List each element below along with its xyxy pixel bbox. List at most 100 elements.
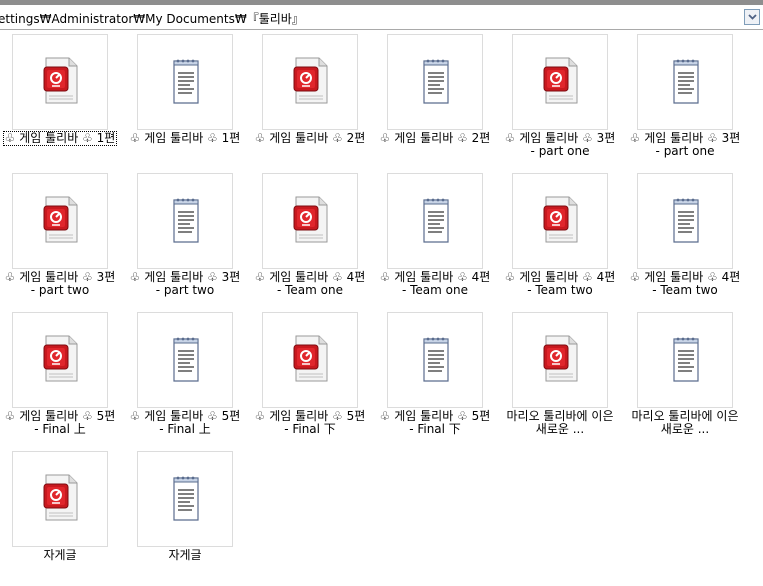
file-label-line1: ♧ 게임 툴리바 ♧ 1편 [2,131,118,146]
media-document-icon [43,335,78,382]
file-thumbnail[interactable] [12,173,108,269]
file-label[interactable]: ♧ 게임 툴리바 ♧ 5편 - Final 下 [240,410,380,436]
file-thumbnail-grid: ♧ 게임 툴리바 ♧ 1편 ♧ 게임 툴리바 ♧ 1편 ♧ 게임 툴리바 ♧ 2… [0,30,763,576]
file-thumbnail[interactable] [12,451,108,547]
file-thumbnail[interactable] [387,173,483,269]
file-item[interactable]: ♧ 게임 툴리바 ♧ 3편 - part two [115,169,240,308]
file-item[interactable]: 마리오 툴리바에 이은 새로운 ... [615,308,740,447]
file-label[interactable]: ♧ 게임 툴리바 ♧ 3편 - part one [490,132,630,158]
file-item[interactable]: ♧ 게임 툴리바 ♧ 4편 - Team one [365,169,490,308]
file-label[interactable]: ♧ 게임 툴리바 ♧ 3편 - part one [615,132,755,158]
file-label[interactable]: ♧ 게임 툴리바 ♧ 5편 - Final 上 [0,410,130,436]
file-thumbnail[interactable] [637,34,733,130]
file-item[interactable]: ♧ 게임 툴리바 ♧ 3편 - part one [490,30,615,169]
file-label[interactable]: ♧ 게임 툴리바 ♧ 5편 - Final 上 [115,410,255,436]
file-label[interactable]: ♧ 게임 툴리바 ♧ 5편 - Final 下 [365,410,505,436]
text-document-icon [423,337,449,382]
media-document-icon [543,57,578,104]
file-thumbnail[interactable] [387,312,483,408]
file-thumbnail[interactable] [512,173,608,269]
file-label[interactable]: 자게글 [115,549,255,562]
file-thumbnail[interactable] [137,34,233,130]
file-label-line1: 자게글 [168,548,202,562]
file-label-line2: - Team two [652,283,718,297]
text-document-icon [173,337,199,382]
file-label-line2: - part two [155,283,215,297]
file-label[interactable]: ♧ 게임 툴리바 ♧ 4편 - Team two [615,271,755,297]
text-document-icon [423,59,449,104]
file-label-line2: - Final 下 [284,422,336,436]
file-thumbnail[interactable] [512,34,608,130]
media-document-icon [43,196,78,243]
file-label[interactable]: ♧ 게임 툴리바 ♧ 4편 - Team one [240,271,380,297]
file-label[interactable]: ♧ 게임 툴리바 ♧ 4편 - Team two [490,271,630,297]
media-document-icon [293,57,328,104]
file-label-line2: - Final 下 [409,422,461,436]
file-label-line2: 새로운 ... [660,422,710,436]
file-label[interactable]: ♧ 게임 툴리바 ♧ 4편 - Team one [365,271,505,297]
file-thumbnail[interactable] [137,173,233,269]
text-document-icon [173,59,199,104]
address-path[interactable]: ettings₩Administrator₩My Documents₩『툴리바』 [0,10,304,27]
file-item[interactable]: ♧ 게임 툴리바 ♧ 1편 [0,30,118,169]
file-label-line2: - Team one [276,283,343,297]
media-document-icon [293,335,328,382]
file-label[interactable]: ♧ 게임 툴리바 ♧ 1편 [0,131,130,146]
file-thumbnail[interactable] [262,312,358,408]
file-item[interactable]: ♧ 게임 툴리바 ♧ 4편 - Team two [615,169,740,308]
file-label-line2: - part one [655,144,715,158]
file-thumbnail[interactable] [262,173,358,269]
media-document-icon [293,196,328,243]
media-document-icon [543,335,578,382]
file-label-line1: ♧ 게임 툴리바 ♧ 2편 [379,131,491,145]
file-thumbnail[interactable] [387,34,483,130]
file-thumbnail[interactable] [637,173,733,269]
file-label[interactable]: 마리오 툴리바에 이은 새로운 ... [615,410,755,436]
file-label[interactable]: ♧ 게임 툴리바 ♧ 2편 [240,132,380,145]
file-label-line2: - Final 上 [159,422,211,436]
file-label-line2: - Team one [401,283,468,297]
file-thumbnail[interactable] [262,34,358,130]
file-thumbnail[interactable] [137,312,233,408]
file-label[interactable]: 마리오 툴리바에 이은 새로운 ... [490,410,630,436]
file-item[interactable]: 마리오 툴리바에 이은 새로운 ... [490,308,615,447]
file-label[interactable]: ♧ 게임 툴리바 ♧ 2편 [365,132,505,145]
file-item[interactable]: ♧ 게임 툴리바 ♧ 5편 - Final 上 [115,308,240,447]
file-thumbnail[interactable] [137,451,233,547]
file-item[interactable]: ♧ 게임 툴리바 ♧ 2편 [240,30,365,169]
file-label-line1: 자게글 [43,548,77,562]
text-document-icon [673,337,699,382]
file-item[interactable]: ♧ 게임 툴리바 ♧ 2편 [365,30,490,169]
file-item[interactable]: ♧ 게임 툴리바 ♧ 5편 - Final 下 [365,308,490,447]
file-item[interactable]: 자게글 [115,447,240,586]
file-item[interactable]: ♧ 게임 툴리바 ♧ 5편 - Final 上 [0,308,115,447]
address-dropdown-button[interactable] [744,9,760,25]
file-label[interactable]: ♧ 게임 툴리바 ♧ 1편 [115,132,255,145]
file-item[interactable]: ♧ 게임 툴리바 ♧ 3편 - part two [0,169,115,308]
file-item[interactable]: ♧ 게임 툴리바 ♧ 4편 - Team one [240,169,365,308]
file-label[interactable]: ♧ 게임 툴리바 ♧ 3편 - part two [115,271,255,297]
text-document-icon [423,198,449,243]
address-bar[interactable]: ettings₩Administrator₩My Documents₩『툴리바』 [0,6,763,30]
file-item[interactable]: ♧ 게임 툴리바 ♧ 5편 - Final 下 [240,308,365,447]
text-document-icon [173,198,199,243]
media-document-icon [543,196,578,243]
file-item[interactable]: 자게글 [0,447,115,586]
file-thumbnail[interactable] [12,312,108,408]
file-label-line2: - part one [530,144,590,158]
file-label-line2: - Team two [527,283,593,297]
file-label-line2: 새로운 ... [535,422,585,436]
chevron-down-icon [747,14,757,20]
media-document-icon [43,57,78,104]
text-document-icon [673,59,699,104]
file-thumbnail[interactable] [512,312,608,408]
file-label-line1: ♧ 게임 툴리바 ♧ 1편 [129,131,241,145]
file-thumbnail[interactable] [637,312,733,408]
file-label[interactable]: ♧ 게임 툴리바 ♧ 3편 - part two [0,271,130,297]
file-item[interactable]: ♧ 게임 툴리바 ♧ 1편 [115,30,240,169]
file-thumbnail[interactable] [12,34,108,130]
file-item[interactable]: ♧ 게임 툴리바 ♧ 3편 - part one [615,30,740,169]
file-item[interactable]: ♧ 게임 툴리바 ♧ 4편 - Team two [490,169,615,308]
file-label[interactable]: 자게글 [0,549,130,562]
media-document-icon [43,474,78,521]
